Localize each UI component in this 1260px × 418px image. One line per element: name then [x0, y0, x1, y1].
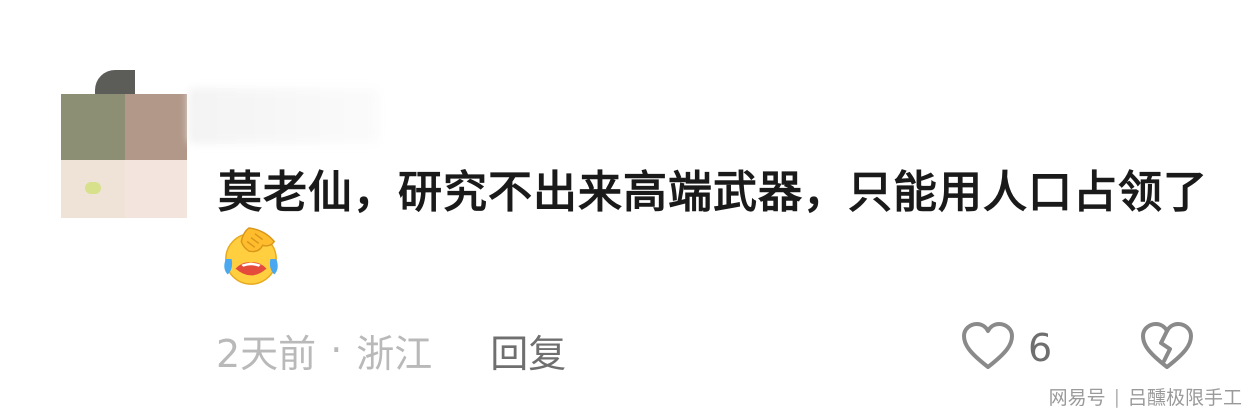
face-palm-crying-laughing-emoji-icon: [220, 226, 282, 288]
avatar-mosaic-tile: [125, 94, 187, 160]
heart-icon: [960, 321, 1016, 375]
comment-card: 莫老仙，研究不出来高端武器，只能用人口占领了 2天前 · 浙江 回复 6 网易号…: [0, 0, 1260, 418]
username-masked: [188, 88, 380, 144]
watermark-source: 网易号: [1048, 387, 1106, 409]
meta-separator: ·: [330, 328, 343, 372]
comment-text: 莫老仙，研究不出来高端武器，只能用人口占领了: [218, 167, 1208, 218]
comment-location: 浙江: [356, 331, 433, 376]
source-watermark: 网易号 | 吕醺极限手工: [1049, 383, 1242, 410]
avatar[interactable]: [55, 70, 190, 220]
avatar-mosaic-tile: [125, 160, 187, 218]
avatar-mosaic-tile: [85, 182, 101, 194]
comment-body: 莫老仙，研究不出来高端武器，只能用人口占领了: [218, 160, 1218, 293]
dislike-button[interactable]: [1138, 320, 1196, 376]
watermark-author: 吕醺极限手工: [1127, 387, 1242, 409]
reply-button[interactable]: 回复: [490, 323, 566, 378]
broken-heart-icon: [1139, 321, 1195, 375]
avatar-mosaic-tile: [61, 94, 125, 160]
like-button[interactable]: 6: [960, 320, 1052, 376]
comment-time: 2天前: [216, 331, 317, 376]
avatar-mosaic-tile: [95, 70, 135, 96]
like-count: 6: [1028, 326, 1053, 370]
comment-meta: 2天前 · 浙江 回复: [216, 322, 566, 378]
watermark-divider: |: [1113, 385, 1120, 408]
